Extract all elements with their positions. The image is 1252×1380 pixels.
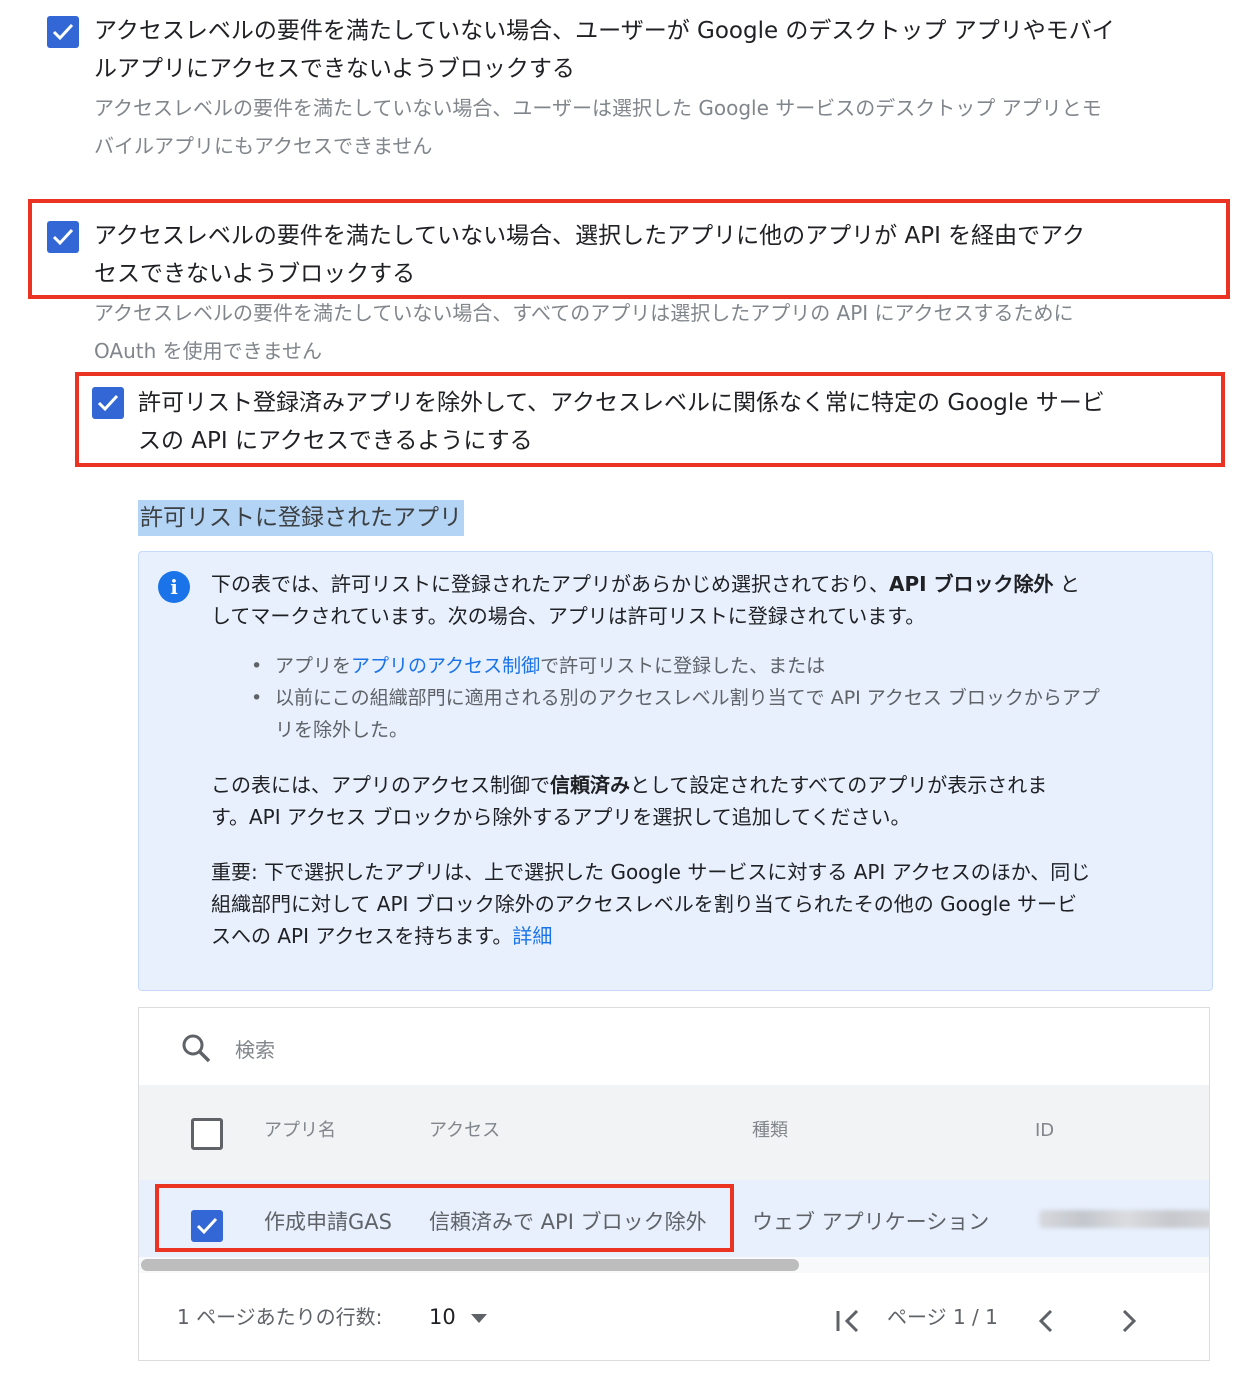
column-header-id[interactable]: ID: [1035, 1119, 1054, 1143]
info-p1-text-end: と: [1053, 572, 1080, 596]
bullet-2-line2: リを除外した。: [275, 719, 409, 741]
check-icon: [52, 228, 74, 246]
column-header-type[interactable]: 種類: [752, 1119, 788, 1143]
search-icon: [182, 1034, 211, 1063]
dropdown-arrow-icon: [471, 1314, 487, 1323]
page-indicator: ページ 1 / 1: [887, 1305, 998, 1329]
info-paragraph-3: 重要: 下で選択したアプリは、上で選択した Google サービスに対する AP…: [211, 856, 1196, 952]
info-p1-line2: してマークされています。次の場合、アプリは許可リストに登録されています。: [211, 604, 926, 628]
learn-more-link[interactable]: 詳細: [512, 924, 552, 948]
info-p3-line3: スへの API アクセスを持ちます。: [211, 924, 513, 948]
option-3-label-line2: スの API にアクセスできるようにする: [138, 428, 533, 454]
info-p2-text-end: として設定されたすべてのアプリが表示されま: [630, 773, 1048, 797]
rows-per-page-select[interactable]: 10: [429, 1302, 487, 1332]
option-2-label-line1: アクセスレベルの要件を満たしていない場合、選択したアプリに他のアプリが API …: [94, 223, 1086, 249]
info-bullet-2: 以前にこの組織部門に適用される別のアクセスレベル割り当てで API アクセス ブ…: [251, 682, 1201, 746]
rows-per-page-value: 10: [429, 1305, 456, 1329]
info-bullet-1: アプリをアプリのアクセス制御で許可リストに登録した、または: [251, 650, 1201, 682]
previous-page-icon[interactable]: [1039, 1310, 1053, 1332]
check-icon: [52, 23, 74, 41]
option-1-desc-line2: バイルアプリにもアクセスできません: [94, 134, 433, 158]
pagination: 1 ページあたりの行数: 10 ページ 1 / 1: [139, 1273, 1209, 1360]
option-1-desc-line1: アクセスレベルの要件を満たしていない場合、ユーザーは選択した Google サー…: [94, 96, 1102, 120]
select-all-checkbox[interactable]: [191, 1118, 223, 1150]
option-1-label-line1: アクセスレベルの要件を満たしていない場合、ユーザーが Google のデスクトッ…: [94, 18, 1115, 44]
next-page-icon[interactable]: [1122, 1310, 1136, 1332]
info-p2-text: この表には、アプリのアクセス制御で: [211, 773, 550, 797]
section-title: 許可リストに登録されたアプリ: [138, 500, 464, 536]
info-p1-bold: API ブロック除外: [889, 572, 1054, 596]
horizontal-scrollbar[interactable]: [139, 1257, 1209, 1273]
option-2-label-line2: セスできないようブロックする: [94, 261, 416, 287]
check-icon: [97, 394, 119, 412]
info-p1-text: 下の表では、許可リストに登録されたアプリがあらかじめ選択されており、: [211, 572, 889, 596]
info-bullet-list: アプリをアプリのアクセス制御で許可リストに登録した、または 以前にこの組織部門に…: [251, 650, 1201, 746]
column-header-access[interactable]: アクセス: [429, 1119, 500, 1143]
column-header-app-name[interactable]: アプリ名: [264, 1119, 336, 1143]
cell-type: ウェブ アプリケーション: [752, 1210, 990, 1234]
search-input[interactable]: 検索: [235, 1036, 275, 1064]
info-paragraph-1: 下の表では、許可リストに登録されたアプリがあらかじめ選択されており、API ブロ…: [211, 568, 1196, 632]
option-2-checkbox[interactable]: [47, 221, 79, 253]
option-2-desc-line1: アクセスレベルの要件を満たしていない場合、すべてのアプリは選択したアプリの AP…: [94, 301, 1074, 325]
option-1-checkbox[interactable]: [47, 16, 79, 48]
app-access-control-link[interactable]: アプリのアクセス制御: [351, 655, 540, 677]
bullet-2-line1: 以前にこの組織部門に適用される別のアクセスレベル割り当てで API アクセス ブ…: [275, 687, 1100, 709]
option-1-label-line2: ルアプリにアクセスできないようブロックする: [94, 56, 575, 82]
bullet-1-text: アプリを: [275, 655, 352, 677]
search-bar[interactable]: 検索: [139, 1008, 1209, 1086]
scrollbar-thumb[interactable]: [141, 1259, 799, 1271]
info-paragraph-2: この表には、アプリのアクセス制御で信頼済みとして設定されたすべてのアプリが表示さ…: [211, 769, 1196, 833]
table-header: アプリ名 アクセス 種類 ID: [139, 1085, 1209, 1180]
first-page-icon[interactable]: [835, 1310, 861, 1332]
info-p2-bold: 信頼済み: [550, 773, 630, 797]
info-p3-line1: 重要: 下で選択したアプリは、上で選択した Google サービスに対する AP…: [211, 860, 1091, 884]
option-3-label-line1: 許可リスト登録済みアプリを除外して、アクセスレベルに関係なく常に特定の Goog…: [138, 390, 1105, 416]
bullet-1-text-end: で許可リストに登録した、または: [540, 655, 826, 677]
info-p3-line2: 組織部門に対して API ブロック除外のアクセスレベルを割り当てられたその他の …: [211, 892, 1077, 916]
option-2-desc-line2: OAuth を使用できません: [94, 339, 323, 363]
info-p2-line2: す。API アクセス ブロックから除外するアプリを選択して追加してください。: [211, 805, 911, 829]
cell-id-redacted: [1039, 1210, 1209, 1228]
option-3-checkbox[interactable]: [92, 387, 124, 419]
info-box: i 下の表では、許可リストに登録されたアプリがあらかじめ選択されており、API …: [138, 551, 1213, 991]
rows-per-page-label: 1 ページあたりの行数:: [177, 1305, 383, 1329]
highlight-box-selected-row: [155, 1184, 734, 1252]
info-icon: i: [158, 571, 190, 603]
